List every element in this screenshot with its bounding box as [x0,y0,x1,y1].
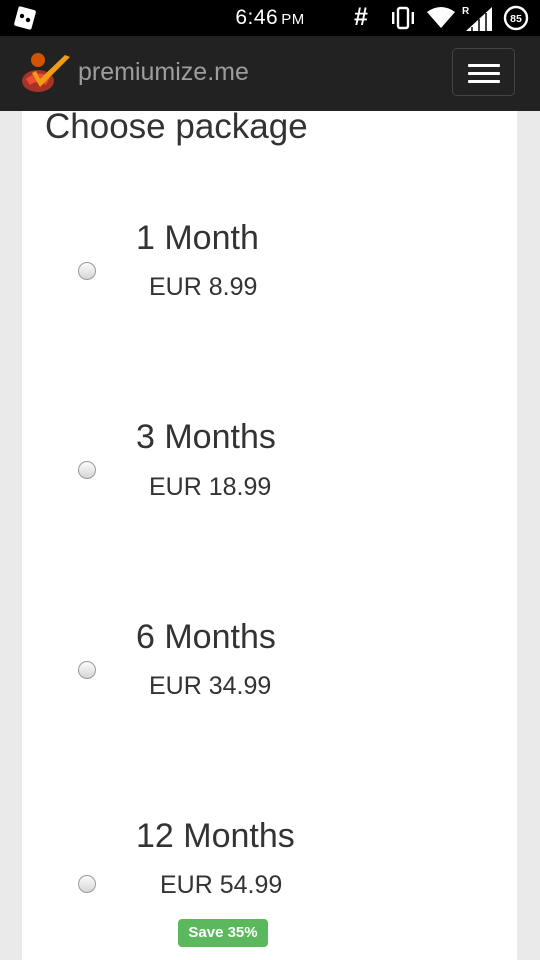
vibrate-icon [389,5,417,36]
package-price: EUR 18.99 [149,473,272,501]
package-name: 1 Month [136,219,259,257]
hash-icon: # [354,3,368,31]
battery-level: 85 [510,13,522,25]
navbar: premiumize.me [0,36,540,111]
package-price: EUR 34.99 [149,672,272,700]
package-name: 6 Months [136,618,276,656]
package-radio[interactable] [78,262,96,280]
package-price: EUR 8.99 [149,273,258,301]
package-name: 3 Months [136,418,276,456]
page-title: Choose package [45,107,308,146]
status-time-value: 6:46 [235,6,279,29]
status-time-ampm: PM [281,11,305,28]
wifi-icon [426,6,456,35]
savings-badge: Save 35% [178,919,268,947]
package-card: Choose package 1 Month EUR 8.99 3 Months… [22,107,517,960]
battery-icon: 85 [503,5,529,36]
brand-logo-icon[interactable] [20,51,72,100]
package-name: 12 Months [136,817,295,855]
package-radio[interactable] [78,875,96,893]
svg-text:R: R [462,6,470,17]
package-radio[interactable] [78,661,96,679]
status-time: 6:46 PM [0,6,540,30]
status-bar: 6:46 PM # R 85 [0,0,540,36]
menu-toggle-button[interactable] [452,48,515,96]
package-radio[interactable] [78,461,96,479]
brand-name[interactable]: premiumize.me [78,58,249,87]
signal-roaming-icon: R [462,5,494,38]
package-price: EUR 54.99 [160,871,283,899]
